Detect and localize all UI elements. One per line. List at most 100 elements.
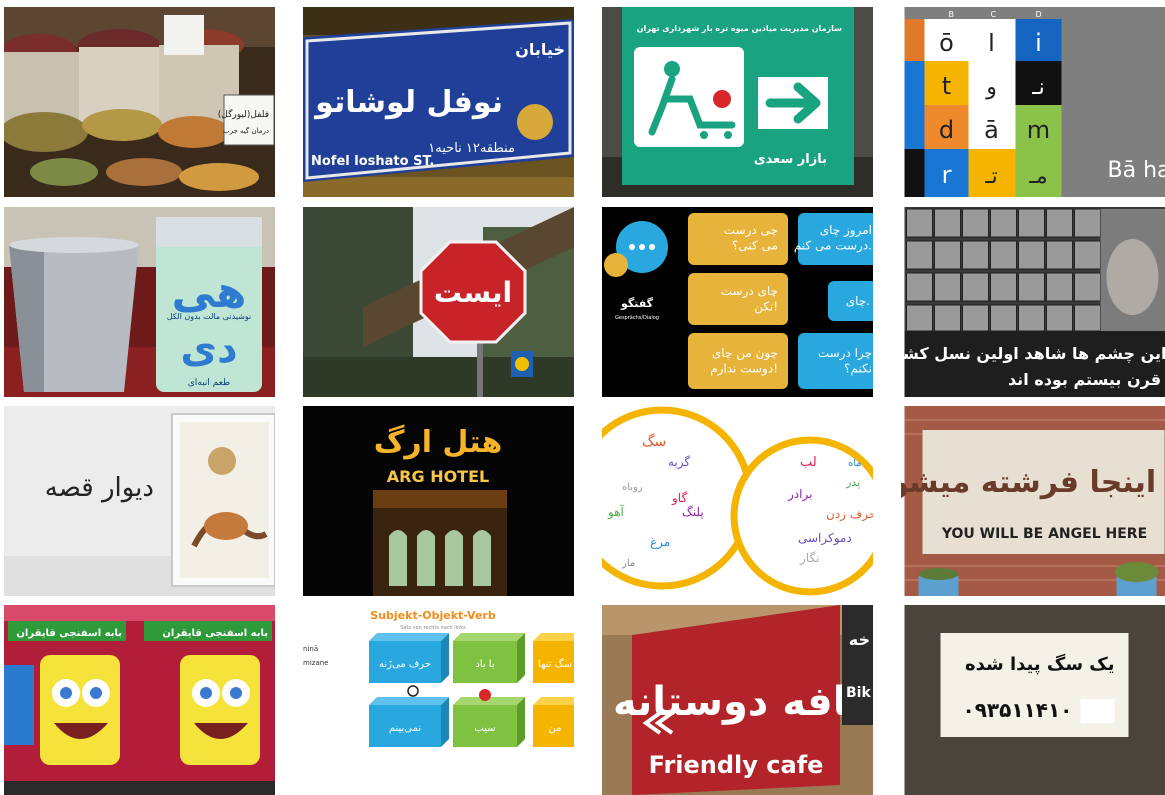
word-left-8: مار <box>621 558 635 569</box>
tile-street-sign[interactable]: خیابان نوفل لوشاتو Nofel loshato ST. منط… <box>303 7 574 197</box>
stop-sign-text: ایست <box>434 276 512 309</box>
faces-line-2: قرن بیستم بوده اند <box>1008 370 1161 389</box>
market-sign-photo: سازمان مدیریت میادین میوه تره بار شهردار… <box>602 7 873 197</box>
street-sign-latin: Nofel loshato ST. <box>311 154 434 169</box>
alphabet-cell-11: تـ <box>984 164 998 189</box>
sov-box-6: من <box>549 723 562 734</box>
faces-memorial-photo: این چشم ها شاهد اولین نسل کشی قرن بیستم … <box>901 207 1165 397</box>
story-wall-photo: دیوار قصه <box>4 406 275 596</box>
tile-malt-can[interactable]: هی نوشیدنی مالت بدون الکل دی طعم انبه‌ای <box>4 207 275 397</box>
sov-subtitle: Satz von rechts nach links <box>400 625 466 631</box>
word-right-4: دموکراسی <box>798 531 852 546</box>
tile-angel-sign[interactable]: شما اینجا فرشته میشوید YOU WILL BE ANGEL… <box>901 406 1165 596</box>
alphabet-col-d: D <box>1036 10 1042 19</box>
alphabet-cell-5: و <box>985 75 997 100</box>
angel-text-en: YOU WILL BE ANGEL HERE <box>941 526 1147 542</box>
can-subtitle: نوشیدنی مالت بدون الکل <box>167 312 252 321</box>
sov-title: Subjekt-Objekt-Verb <box>370 609 496 622</box>
stop-sign-photo: ایست <box>303 207 574 397</box>
tile-found-dog[interactable]: یک سگ پیدا شده ۰۹۳۵۱۱۴۱۰ <box>901 605 1165 795</box>
word-left-7: مرغ <box>650 535 670 550</box>
found-dog-photo: یک سگ پیدا شده ۰۹۳۵۱۱۴۱۰ <box>901 605 1165 795</box>
dialog-label-1: گفتگو <box>620 297 654 310</box>
malt-can-photo: هی نوشیدنی مالت بدون الکل دی طعم انبه‌ای <box>4 207 275 397</box>
tile-word-circles[interactable]: سگ گربه روباه گاو آهو پلنگ مرغ مار لب بر… <box>602 406 873 596</box>
alphabet-chart: B C D ō ا i t و نـ d ā m <box>901 7 1165 197</box>
sov-box-4: نمی‌بینم <box>389 723 421 734</box>
tile-spongebob[interactable]: بابه اسفنجی قایقران بابه اسفنجی قایقران <box>4 605 275 795</box>
tile-market-sign[interactable]: سازمان مدیریت میادین میوه تره بار شهردار… <box>602 7 873 197</box>
alphabet-cell-4: t <box>942 72 951 100</box>
tile-arg-hotel[interactable]: هتل ارگ ARG HOTEL <box>303 406 574 596</box>
dialog-bubble-1: چی درستمی کنی؟ <box>724 223 778 253</box>
tile-sov-slide[interactable]: Subjekt-Objekt-Verb Satz von rechts nach… <box>303 605 574 795</box>
dialog-bubble-4: چای. <box>846 294 870 308</box>
spice-sign-line2: درمان گیه جرب <box>223 126 269 135</box>
tile-faces-memorial[interactable]: این چشم ها شاهد اولین نسل کشی قرن بیستم … <box>901 207 1165 397</box>
alphabet-cell-2: ا <box>988 29 995 57</box>
spongebob-photo: بابه اسفنجی قایقران بابه اسفنجی قایقران <box>4 605 275 795</box>
angel-sign-photo: شما اینجا فرشته میشوید YOU WILL BE ANGEL… <box>901 406 1165 596</box>
image-grid: فلفل(ليورگل) درمان گیه جرب خیابان نوفل ل… <box>0 0 1165 791</box>
friendly-cafe-photo: کافه دوستانه Friendly cafe خه Bik <box>602 605 873 795</box>
dialog-bubble-5: چون من چایدوست ندارم! <box>710 346 778 377</box>
word-left-3: روباه <box>622 482 643 493</box>
can-big-2: دی <box>180 326 237 372</box>
dog-line-1: یک سگ پیدا شده <box>965 653 1115 675</box>
apple-icon <box>479 689 491 701</box>
alphabet-cell-12: مـ <box>1028 164 1047 189</box>
alphabet-cell-3: i <box>1035 29 1042 57</box>
sponge-banner-1: بابه اسفنجی قایقران <box>16 628 122 639</box>
alphabet-cell-7: d <box>939 116 954 144</box>
word-right-3: حرف زدن <box>826 507 873 522</box>
alphabet-cell-1: ō <box>939 29 954 57</box>
spice-market-photo: فلفل(ليورگل) درمان گیه جرب <box>4 7 275 197</box>
sov-box-5: سیب <box>474 723 495 734</box>
word-left-2: گربه <box>668 455 690 470</box>
word-left-6: پلنگ <box>682 505 704 519</box>
word-right-1: لب <box>800 455 817 470</box>
alphabet-cell-10: r <box>942 161 952 189</box>
sov-box-1: حرف می‌زَنه <box>379 659 431 670</box>
dog-phone: ۰۹۳۵۱۱۴۱۰ <box>963 698 1073 722</box>
tile-friendly-cafe[interactable]: کافه دوستانه Friendly cafe خه Bik <box>602 605 873 795</box>
word-circles-slide: سگ گربه روباه گاو آهو پلنگ مرغ مار لب بر… <box>602 406 873 596</box>
hotel-name-en: ARG HOTEL <box>387 467 489 486</box>
street-sign-district: منطقه۱۲ ناحیه۱ <box>428 141 515 156</box>
sov-left-2: mizane <box>303 659 328 667</box>
sov-box-2: با باد <box>475 659 494 670</box>
street-sign-top: خیابان <box>515 40 565 59</box>
market-sign-header: سازمان مدیریت میادین میوه تره بار شهردار… <box>637 24 842 33</box>
spice-sign-line1: فلفل(ليورگل) <box>218 108 269 120</box>
faces-line-1: این چشم ها شاهد اولین نسل کشی <box>901 344 1165 364</box>
angel-text-fa: شما اینجا فرشته میشوید <box>901 465 1165 500</box>
dialog-slide: گفتگو Gesprächs/Dialog چی درستمی کنی؟ چا… <box>602 207 873 397</box>
word-right-6: پدر <box>845 476 860 489</box>
can-big-1: هی <box>171 267 246 318</box>
alphabet-cell-6: نـ <box>1031 75 1045 100</box>
tile-story-wall[interactable]: دیوار قصه <box>4 406 275 596</box>
word-right-5: نگار <box>799 551 819 566</box>
dialog-label-2: Gesprächs/Dialog <box>615 315 659 321</box>
cafe-side-2: Bik <box>846 685 871 701</box>
alphabet-caption: Bā ha <box>1108 158 1165 183</box>
sov-box-3: سگ تنها <box>538 658 572 670</box>
tile-dialog-slide[interactable]: گفتگو Gesprächs/Dialog چی درستمی کنی؟ چا… <box>602 207 873 397</box>
sponge-banner-2: بابه اسفنجی قایقران <box>162 628 268 639</box>
word-left-4: گاو <box>671 491 687 506</box>
alphabet-col-c: C <box>991 10 997 19</box>
alphabet-col-b: B <box>949 10 955 19</box>
arg-hotel-photo: هتل ارگ ARG HOTEL <box>303 406 574 596</box>
tile-stop-sign[interactable]: ایست <box>303 207 574 397</box>
tile-spice-market[interactable]: فلفل(ليورگل) درمان گیه جرب <box>4 7 275 197</box>
hotel-name-fa: هتل ارگ <box>374 424 503 460</box>
cafe-text-en: Friendly cafe <box>649 751 824 779</box>
street-sign-name: نوفل لوشاتو <box>313 85 503 120</box>
sov-left-1: ninā <box>303 645 318 653</box>
can-bottom: طعم انبه‌ای <box>188 378 230 388</box>
word-right-7: ماه <box>848 458 862 469</box>
alphabet-cell-9: m <box>1027 116 1050 144</box>
tile-alphabet-chart[interactable]: B C D ō ا i t و نـ d ā m <box>901 7 1165 197</box>
wall-text: دیوار قصه <box>45 473 154 503</box>
word-left-5: آهو <box>607 504 625 520</box>
